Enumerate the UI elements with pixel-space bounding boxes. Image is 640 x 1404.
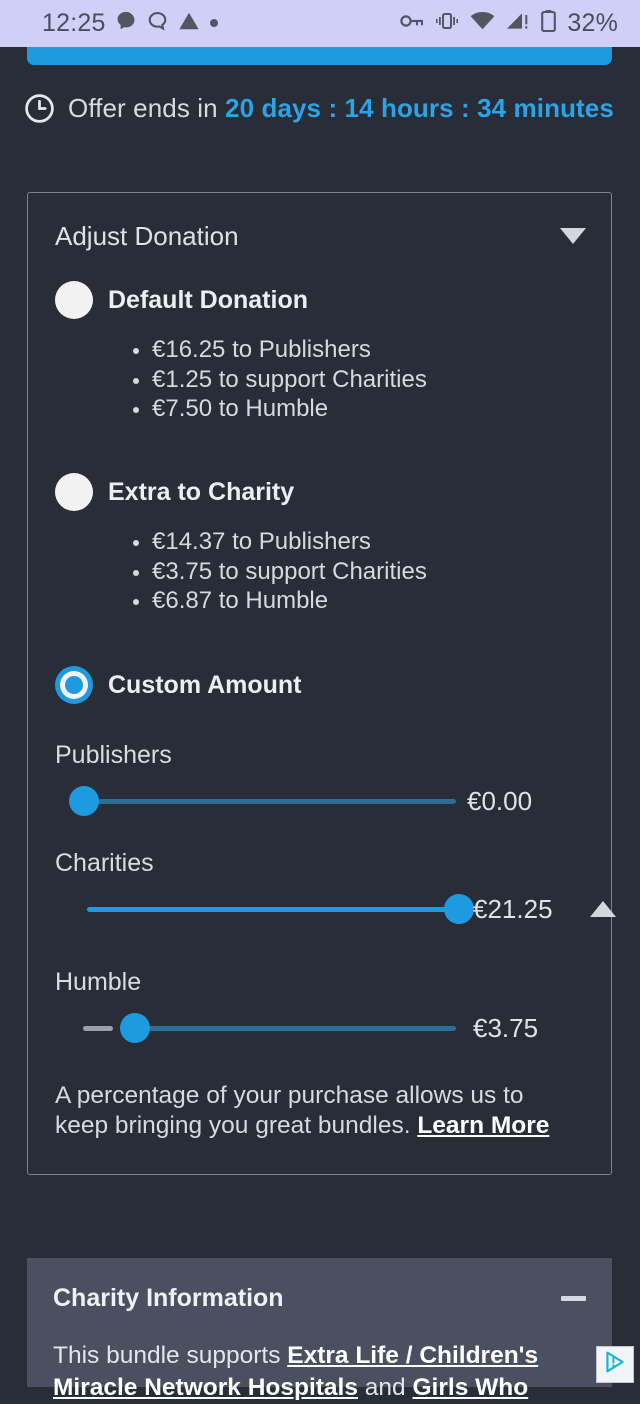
offer-countdown-value: 20 days : 14 hours : 34 minutes [225, 92, 614, 123]
radio-custom-amount[interactable] [55, 666, 93, 704]
battery-icon [541, 10, 557, 37]
donation-option-default[interactable]: Default Donation €16.25 to Publishers €1… [55, 279, 595, 424]
slider-group-publishers: Publishers €0.00 [55, 741, 600, 824]
charity-information-header[interactable]: Charity Information [53, 1278, 586, 1318]
clock-icon [24, 93, 55, 124]
slider-track-charities[interactable] [87, 906, 459, 912]
slider-value-humble: €3.75 [473, 1012, 539, 1043]
status-bar: 12:25 32% [0, 0, 640, 47]
charity-body-middle: and [357, 1374, 413, 1401]
donation-option-default-head[interactable]: Default Donation [55, 279, 595, 321]
battery-percent-label: 32% [567, 9, 618, 37]
donation-option-custom[interactable]: Custom Amount [55, 664, 595, 706]
list-item: €16.25 to Publishers [131, 335, 595, 365]
donation-breakdown-extra: €14.37 to Publishers €3.75 to support Ch… [55, 527, 595, 616]
slider-value-charities: €21.25 [473, 893, 553, 924]
donation-option-extra-head[interactable]: Extra to Charity [55, 471, 595, 513]
offer-countdown-banner: Offer ends in 20 days : 14 hours : 34 mi… [0, 86, 640, 130]
minus-icon[interactable] [561, 1295, 586, 1301]
chevron-down-icon[interactable] [560, 228, 586, 244]
charity-information-title: Charity Information [53, 1283, 284, 1312]
cellular-signal-icon [506, 12, 530, 35]
list-item: €14.37 to Publishers [131, 527, 595, 557]
primary-action-button[interactable] [27, 47, 612, 65]
list-item: €1.25 to support Charities [131, 365, 595, 395]
slider-humble[interactable]: €3.75 [55, 1005, 600, 1051]
charity-link-girls-who[interactable]: Girls Who [412, 1374, 528, 1401]
radio-extra-to-charity[interactable] [55, 473, 93, 511]
offer-prefix: Offer ends in [68, 92, 226, 123]
adjust-donation-card: Adjust Donation Default Donation €16.25 … [27, 192, 616, 1175]
charity-body-prefix: This bundle supports [53, 1342, 288, 1369]
slider-thumb-humble[interactable] [120, 1013, 150, 1043]
slider-track-humble-inactive[interactable] [83, 1025, 113, 1031]
vibrate-icon [435, 12, 459, 35]
list-item: €7.50 to Humble [131, 394, 595, 424]
adchoices-icon [602, 1349, 628, 1380]
message-filled-icon [115, 10, 137, 37]
slider-thumb-publishers[interactable] [69, 786, 99, 816]
message-outline-icon [146, 10, 169, 38]
slider-label-charities: Charities [55, 849, 154, 877]
radio-default-donation[interactable] [55, 281, 93, 319]
donation-note: A percentage of your purchase allows us … [55, 1081, 581, 1141]
chevron-up-icon [590, 901, 616, 917]
donation-option-custom-label: Custom Amount [108, 670, 302, 699]
donation-option-extra[interactable]: Extra to Charity €14.37 to Publishers €3… [55, 471, 595, 616]
wifi-icon [470, 12, 495, 35]
list-item: €3.75 to support Charities [131, 557, 595, 587]
adjust-donation-title: Adjust Donation [55, 220, 239, 251]
charity-information-card: Charity Information This bundle supports… [27, 1258, 612, 1401]
donation-option-default-label: Default Donation [108, 285, 308, 314]
donation-option-custom-head[interactable]: Custom Amount [55, 664, 595, 706]
slider-label-publishers: Publishers [55, 741, 172, 769]
slider-group-charities: Charities €21.25 [55, 849, 616, 932]
slider-track-publishers[interactable] [83, 798, 456, 804]
vpn-key-icon [400, 13, 424, 34]
slider-charities[interactable]: €21.25 [55, 886, 616, 932]
slider-label-humble: Humble [55, 968, 142, 996]
donation-breakdown-default: €16.25 to Publishers €1.25 to support Ch… [55, 335, 595, 424]
adjust-donation-header[interactable]: Adjust Donation [55, 215, 586, 257]
list-item: €6.87 to Humble [131, 586, 595, 616]
offer-text: Offer ends in 20 days : 14 hours : 34 mi… [68, 93, 614, 124]
slider-track-humble-active[interactable] [135, 1025, 456, 1031]
dot-icon [209, 15, 219, 33]
slider-publishers[interactable]: €0.00 [55, 778, 600, 824]
status-bar-clock: 12:25 [42, 9, 106, 37]
slider-value-publishers: €0.00 [467, 785, 533, 816]
donation-option-extra-label: Extra to Charity [108, 477, 295, 506]
learn-more-link[interactable]: Learn More [417, 1112, 549, 1139]
adchoices-badge[interactable] [596, 1346, 634, 1383]
slider-group-humble: Humble €3.75 [55, 968, 600, 1051]
slider-thumb-charities[interactable] [444, 894, 474, 924]
status-bar-left: 12:25 [0, 9, 219, 38]
status-bar-right: 32% [400, 9, 640, 38]
charities-collapse-button[interactable] [588, 894, 618, 924]
charity-information-body: This bundle supports Extra Life / Childr… [53, 1340, 563, 1404]
warning-triangle-icon [178, 10, 200, 37]
